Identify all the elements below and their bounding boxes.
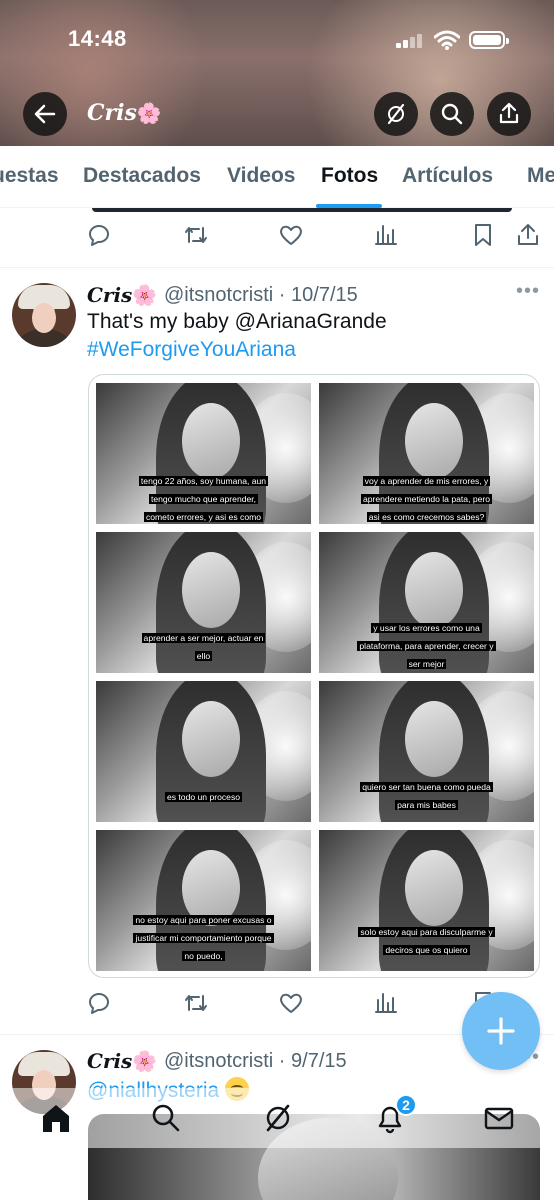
profile-header: 14:48 Cris🌸 [0,0,554,146]
tab-me-gusta[interactable]: Me [527,164,554,188]
author-meta: @itsnotcristi · 9/7/15 [164,1050,347,1072]
profile-tabs: uestas Destacados Videos Fotos Artículos… [0,146,554,208]
divider [0,267,554,268]
author-handle[interactable]: @itsnotcristi [164,284,273,306]
home-icon[interactable] [40,1102,72,1134]
share-icon[interactable] [515,222,541,248]
tweet-image-grid[interactable]: tengo 22 años, soy humana, aun tengo muc… [88,374,540,978]
mail-icon[interactable] [483,1102,515,1134]
bookmark-icon[interactable] [470,222,496,248]
avatar[interactable] [12,283,76,347]
grok-icon[interactable] [262,1102,294,1134]
image-tile[interactable]: y usar los errores como una plataforma, … [319,532,534,673]
reply-icon[interactable] [86,222,112,248]
caption: quiero ser tan buena como pueda para mis… [360,782,493,810]
author-handle[interactable]: @itsnotcristi [164,1050,273,1072]
compose-button[interactable] [462,992,540,1070]
views-icon[interactable] [374,990,400,1016]
search-button[interactable] [430,92,474,136]
image-tile[interactable]: solo estoy aqui para disculparme y decir… [319,830,534,971]
author-name[interactable]: Cris🌸 [87,283,157,307]
mute-icon [387,103,405,125]
mute-button[interactable] [374,92,418,136]
caption: no estoy aqui para poner excusas o justi… [133,915,274,961]
caption: es todo un proceso [164,792,243,802]
more-options-icon[interactable]: ••• [516,280,540,303]
tweet-date[interactable]: 10/7/15 [291,284,358,306]
tab-destacados[interactable]: Destacados [83,164,201,188]
tab-articulos[interactable]: Artículos [402,164,493,188]
status-time: 14:48 [68,26,127,51]
notifications-badge: 2 [395,1094,417,1116]
reply-icon[interactable] [86,990,112,1016]
retweet-icon[interactable] [183,222,209,248]
tweet-date[interactable]: 9/7/15 [291,1050,347,1072]
profile-title: Cris🌸 [87,100,162,126]
status-bar: 14:48 [0,26,554,56]
bottom-navigation [0,1088,554,1148]
image-tile[interactable]: tengo 22 años, soy humana, aun tengo muc… [96,383,311,524]
previous-tweet-actions [0,222,554,252]
retweet-icon[interactable] [183,990,209,1016]
views-icon[interactable] [374,222,400,248]
tweet-hashtag[interactable]: #WeForgiveYouAriana [87,338,296,362]
back-arrow-icon [34,104,56,124]
cellular-signal-icon [396,34,424,48]
caption: tengo 22 años, soy humana, aun tengo muc… [138,476,269,524]
wifi-icon [434,30,460,50]
image-tile[interactable]: quiero ser tan buena como pueda para mis… [319,681,534,822]
image-tile[interactable]: voy a aprender de mis errores, y aprende… [319,383,534,524]
share-button[interactable] [487,92,531,136]
like-icon[interactable] [278,990,304,1016]
search-icon [441,103,463,125]
plus-icon [487,1017,515,1045]
tab-respuestas[interactable]: uestas [0,164,59,188]
like-icon[interactable] [278,222,304,248]
caption: solo estoy aqui para disculparme y decir… [358,927,495,955]
back-button[interactable] [23,92,67,136]
image-tile[interactable]: aprender a ser mejor, actuar en ello [96,532,311,673]
battery-icon [469,31,509,49]
search-icon[interactable] [150,1102,182,1134]
image-tile[interactable]: es todo un proceso [96,681,311,822]
tab-videos[interactable]: Videos [227,164,295,188]
caption: aprender a ser mejor, actuar en ello [141,633,266,661]
image-tile[interactable]: no estoy aqui para poner excusas o justi… [96,830,311,971]
author-meta: @itsnotcristi · 10/7/15 [164,284,358,306]
tweet-text: That's my baby @ArianaGrande [87,310,387,333]
share-icon [499,102,519,124]
previous-tweet-media[interactable] [92,208,512,212]
tab-fotos[interactable]: Fotos [321,164,378,188]
caption: voy a aprender de mis errores, y aprende… [360,476,493,522]
author-name[interactable]: Cris🌸 [87,1049,157,1073]
caption: y usar los errores como una plataforma, … [357,623,496,669]
